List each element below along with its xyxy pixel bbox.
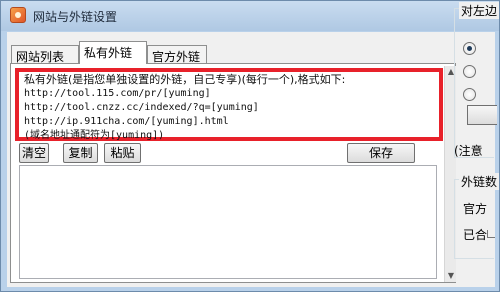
option-radio-3[interactable] xyxy=(463,88,476,101)
info-example-3: http://ip.911cha.com/[yuming].html xyxy=(24,116,229,127)
settings-window: 网站与外链设置 网站列表 私有外链 官方外链 私有外链(是指您单独设置的外链，自… xyxy=(0,0,500,292)
save-button[interactable]: 保存 xyxy=(347,143,415,163)
merged-count-label: 已合 xyxy=(463,228,488,242)
info-description: 私有外链(是指您单独设置的外链，自己专享)(每行一个),格式如下: xyxy=(24,73,346,86)
tab-private-links[interactable]: 私有外链 xyxy=(79,41,147,64)
option-radio-2[interactable] xyxy=(463,65,476,78)
option-radio-1[interactable] xyxy=(463,42,476,55)
format-info-box: 私有外链(是指您单独设置的外链，自己专享)(每行一个),格式如下: http:/… xyxy=(15,68,443,141)
tab-site-list[interactable]: 网站列表 xyxy=(11,45,79,64)
side-note-text: (注意 xyxy=(454,144,483,158)
paste-button[interactable]: 粘贴 xyxy=(104,143,141,163)
target-options-group: 对左边 xyxy=(454,2,500,158)
private-links-panel: 私有外链(是指您单独设置的外链，自己专享)(每行一个),格式如下: http:/… xyxy=(10,63,456,283)
official-count-label: 官方 xyxy=(463,202,488,216)
client-area: 网站列表 私有外链 官方外链 私有外链(是指您单独设置的外链，自己专享)(每行一… xyxy=(7,32,495,287)
window-title: 网站与外链设置 xyxy=(33,10,118,24)
corner-icon xyxy=(487,230,495,238)
target-options-legend: 对左边 xyxy=(459,2,500,19)
link-count-legend: 外链数 xyxy=(459,173,500,190)
info-example-2: http://tool.cnzz.cc/indexed/?q=[yuming] xyxy=(24,102,259,113)
tab-official-links[interactable]: 官方外链 xyxy=(147,45,207,64)
copy-button[interactable]: 复制 xyxy=(63,143,98,163)
app-icon xyxy=(10,7,26,23)
private-links-textarea[interactable] xyxy=(19,165,437,279)
title-bar[interactable]: 网站与外链设置 xyxy=(1,1,499,31)
clear-button[interactable]: 清空 xyxy=(19,143,49,163)
scroll-down-icon[interactable]: ▼ xyxy=(446,270,456,282)
link-count-group: 外链数 官方 已合 xyxy=(454,173,500,259)
info-example-1: http://tool.115.com/pr/[yuming] xyxy=(24,88,211,99)
info-wildcard-note: (域名地址通配符为[yuming]) xyxy=(24,130,165,141)
side-action-button[interactable] xyxy=(467,105,497,125)
